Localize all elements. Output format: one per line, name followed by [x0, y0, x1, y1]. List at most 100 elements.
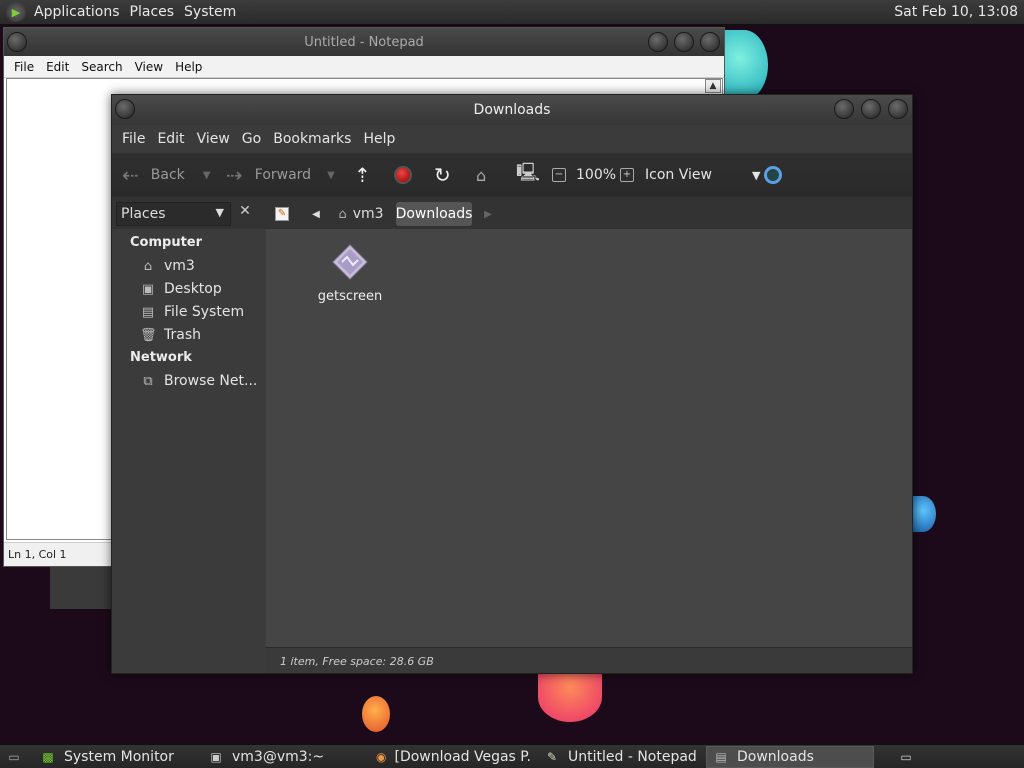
minimize-button[interactable] — [834, 99, 854, 119]
file-manager-window: Downloads File Edit View Go Bookmarks He… — [111, 94, 913, 674]
sidebar-item-vm3[interactable]: ⌂ vm3 — [140, 258, 195, 274]
minimize-button[interactable] — [648, 32, 668, 52]
computer-icon: 🖳 — [516, 162, 541, 183]
applications-menu[interactable]: Applications — [32, 4, 128, 20]
folder-icon: ▤ — [715, 750, 727, 764]
sidebar-header-network: Network — [130, 350, 192, 365]
trash-icon: 🗑 — [140, 328, 157, 343]
reload-button[interactable]: ↻ — [434, 153, 451, 197]
places-menu[interactable]: Places — [128, 4, 183, 20]
clock[interactable]: Sat Feb 10, 13:08 — [894, 4, 1018, 20]
fm-menu-view[interactable]: View — [191, 131, 236, 147]
distro-logo-icon[interactable]: ▶ — [6, 2, 26, 22]
location-bar: Places ▼ ✕ ✎ ◀ ⌂ vm3 Downloads ▶ — [112, 197, 912, 231]
notepad-menubar: File Edit Search View Help — [4, 56, 724, 78]
wallpaper-shape — [538, 672, 602, 722]
forward-button[interactable]: ⇢ Forward ▼ — [226, 153, 335, 197]
close-button[interactable] — [700, 32, 720, 52]
maximize-button[interactable] — [674, 32, 694, 52]
taskbar-item-terminal[interactable]: ▣ vm3@vm3:~ — [202, 746, 364, 768]
fm-menu-file[interactable]: File — [116, 131, 151, 147]
computer-button[interactable]: 🖳 — [516, 153, 540, 197]
stop-button[interactable] — [394, 153, 412, 197]
view-mode-select[interactable]: Icon View ▼ — [645, 153, 760, 197]
fm-status-bar: 1 item, Free space: 28.6 GB — [266, 647, 912, 673]
sidebar-selector[interactable]: Places ▼ — [116, 202, 231, 226]
taskbar-item-downloads[interactable]: ▤ Downloads — [706, 746, 874, 768]
reload-icon: ↻ — [434, 163, 451, 187]
bottom-taskbar: ▭ ▩ System Monitor ▣ vm3@vm3:~ ◉ [Downlo… — [0, 744, 1024, 768]
system-monitor-icon: ▩ — [42, 750, 54, 764]
system-menu[interactable]: System — [182, 4, 244, 20]
path-button-downloads[interactable]: Downloads — [396, 202, 472, 226]
zoom-out-button[interactable]: − — [552, 153, 566, 197]
places-sidebar: Computer ⌂ vm3 ▣ Desktop ▤ File System 🗑… — [112, 229, 266, 673]
file-view[interactable]: getscreen — [266, 229, 912, 647]
drive-icon: ▤ — [141, 305, 155, 320]
chevron-down-icon: ▼ — [751, 168, 761, 182]
top-panel: ▶ Applications Places System Sat Feb 10,… — [0, 0, 1024, 25]
zoom-out-icon: − — [552, 168, 566, 182]
notepad-menu-view[interactable]: View — [129, 60, 169, 74]
path-button-vm3[interactable]: ⌂ vm3 — [332, 202, 390, 226]
notepad-menu-help[interactable]: Help — [169, 60, 208, 74]
window-menu-icon[interactable] — [115, 99, 135, 119]
notepad-menu-edit[interactable]: Edit — [40, 60, 75, 74]
wallpaper-shape — [910, 496, 936, 532]
scroll-up-icon[interactable]: ▲ — [705, 79, 721, 93]
fm-menu-help[interactable]: Help — [357, 131, 401, 147]
fm-titlebar[interactable]: Downloads — [112, 95, 912, 125]
notepad-menu-file[interactable]: File — [8, 60, 40, 74]
executable-file-icon — [332, 244, 368, 280]
sidebar-item-file-system[interactable]: ▤ File System — [140, 304, 244, 320]
search-icon — [764, 166, 782, 184]
fm-title: Downloads — [473, 102, 551, 118]
up-button[interactable]: ⇡ — [354, 153, 371, 197]
maximize-button[interactable] — [861, 99, 881, 119]
taskbar-item-notepad[interactable]: ✎ Untitled - Notepad — [538, 746, 700, 768]
file-name: getscreen — [317, 289, 383, 304]
file-item[interactable]: getscreen — [314, 243, 386, 304]
zoom-level: 100% — [576, 167, 617, 183]
close-button[interactable] — [888, 99, 908, 119]
back-history-dropdown-icon[interactable]: ▼ — [203, 170, 211, 181]
terminal-icon: ▣ — [210, 750, 222, 764]
search-button[interactable] — [764, 153, 782, 197]
sidebar-item-trash[interactable]: 🗑 Trash — [140, 327, 201, 343]
stop-icon — [394, 166, 412, 184]
sidebar-item-desktop[interactable]: ▣ Desktop — [140, 281, 222, 297]
workspace-switcher[interactable]: ▭ — [888, 746, 926, 768]
back-arrow-icon: ⇠ — [122, 163, 139, 187]
sidebar-header-computer: Computer — [130, 235, 203, 250]
notepad-title: Untitled - Notepad — [304, 34, 424, 50]
back-button[interactable]: ⇠ Back ▼ — [122, 153, 210, 197]
zoom-in-button[interactable]: + — [620, 153, 634, 197]
toggle-location-entry-button[interactable]: ✎ — [270, 202, 294, 226]
chevron-left-icon: ◀ — [312, 208, 320, 220]
fm-menu-bookmarks[interactable]: Bookmarks — [267, 131, 357, 147]
home-button[interactable]: ⌂ — [476, 153, 486, 197]
notepad-titlebar[interactable]: Untitled - Notepad — [4, 28, 724, 56]
window-menu-icon[interactable] — [7, 32, 27, 52]
taskbar-item-system-monitor[interactable]: ▩ System Monitor — [34, 746, 194, 768]
show-desktop-button[interactable]: ▭ — [0, 746, 30, 768]
forward-arrow-icon: ⇢ — [226, 163, 243, 187]
fm-menu-go[interactable]: Go — [236, 131, 267, 147]
forward-history-dropdown-icon[interactable]: ▼ — [327, 170, 335, 181]
path-scroll-right-button[interactable]: ▶ — [480, 202, 496, 226]
close-sidebar-icon[interactable]: ✕ — [235, 203, 255, 225]
taskbar-item-chrome[interactable]: ◉ [Download Vegas P... — [370, 746, 532, 768]
network-icon: ⧉ — [143, 374, 153, 389]
window-shadow — [50, 567, 112, 609]
chrome-icon: ◉ — [376, 750, 387, 764]
sidebar-item-browse-network[interactable]: ⧉ Browse Net... — [140, 373, 257, 389]
home-folder-icon: ⌂ — [338, 206, 347, 222]
wallpaper-shape — [362, 696, 390, 732]
chevron-right-icon: ▶ — [484, 208, 492, 220]
notepad-menu-search[interactable]: Search — [75, 60, 128, 74]
path-scroll-left-button[interactable]: ◀ — [306, 202, 326, 226]
workspace-icon: ▭ — [900, 750, 912, 764]
home-folder-icon: ⌂ — [476, 165, 487, 185]
fm-menu-edit[interactable]: Edit — [151, 131, 190, 147]
show-desktop-icon: ▭ — [8, 750, 20, 764]
